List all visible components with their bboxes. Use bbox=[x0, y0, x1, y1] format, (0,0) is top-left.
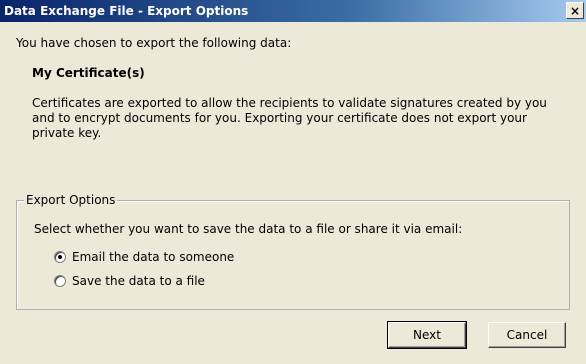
radio-button-selected[interactable] bbox=[54, 251, 66, 263]
close-button[interactable]: × bbox=[566, 2, 584, 19]
group-instruction: Select whether you want to save the data… bbox=[34, 222, 463, 236]
radio-file-option[interactable]: Save the data to a file bbox=[54, 274, 205, 288]
next-button[interactable]: Next bbox=[387, 321, 467, 349]
title-bar[interactable]: Data Exchange File - Export Options × bbox=[0, 0, 586, 22]
radio-file-label: Save the data to a file bbox=[72, 274, 205, 288]
export-subject: My Certificate(s) bbox=[32, 66, 145, 80]
radio-button-unselected[interactable] bbox=[54, 275, 66, 287]
window-title: Data Exchange File - Export Options bbox=[4, 4, 249, 18]
cancel-button[interactable]: Cancel bbox=[488, 322, 566, 348]
radio-email-option[interactable]: Email the data to someone bbox=[54, 250, 234, 264]
group-label: Export Options bbox=[24, 193, 118, 207]
radio-email-label: Email the data to someone bbox=[72, 250, 235, 264]
description-text: Certificates are exported to allow the r… bbox=[32, 96, 547, 140]
intro-text: You have chosen to export the following … bbox=[16, 36, 292, 50]
radio-dot-icon bbox=[58, 255, 62, 259]
close-icon: × bbox=[569, 3, 581, 18]
export-options-dialog: Data Exchange File - Export Options × Yo… bbox=[0, 0, 586, 364]
